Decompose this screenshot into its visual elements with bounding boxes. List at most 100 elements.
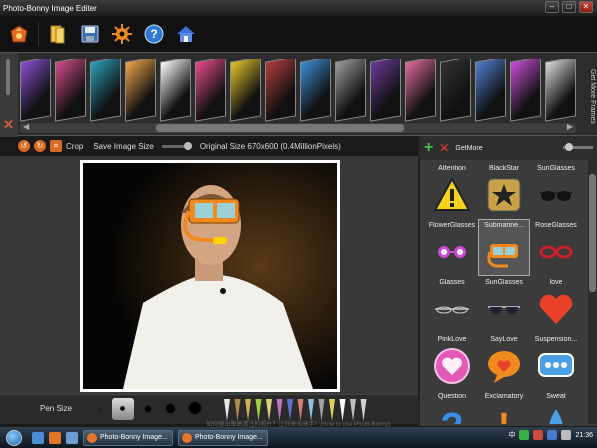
pen-color-swatch[interactable] <box>234 399 241 421</box>
remove-frame-icon[interactable]: ✕ <box>3 117 14 133</box>
tray-app-icon[interactable] <box>519 430 530 440</box>
pen-color-swatch[interactable] <box>297 399 304 421</box>
sticker-item[interactable]: BlackStar <box>478 162 530 219</box>
pen-size-1[interactable] <box>99 408 102 411</box>
get-more-frames-link[interactable]: Get More Frames <box>580 59 596 133</box>
switch-windows-icon[interactable] <box>66 431 78 444</box>
sticker-item[interactable]: PinkLove <box>426 333 478 390</box>
pen-color-swatch[interactable] <box>266 399 272 421</box>
clock[interactable]: 21:36 <box>575 432 593 439</box>
frame-thumbnail[interactable] <box>300 59 331 122</box>
frame-thumbnail[interactable] <box>335 59 366 122</box>
pen-color-swatch[interactable] <box>245 399 251 421</box>
sticker-label: Glasses <box>439 279 465 286</box>
minimize-button[interactable]: – <box>545 1 559 13</box>
save-button[interactable] <box>77 21 103 47</box>
sticker-item[interactable]: Glasses <box>426 276 478 333</box>
get-more-link[interactable]: GetMore <box>455 145 482 152</box>
pen-color-swatch[interactable] <box>329 399 335 421</box>
frame-thumbnail[interactable] <box>90 59 121 122</box>
sticker-item[interactable]: SunGlasses <box>530 162 582 219</box>
folder-button[interactable] <box>45 21 71 47</box>
sticker-item[interactable]: SayLove <box>478 333 530 390</box>
frames-scrollbar[interactable]: ◀ ▶ <box>20 122 576 133</box>
pen-color-swatch[interactable] <box>360 399 367 421</box>
sticker-item[interactable]: SunGlasses <box>478 276 530 333</box>
maximize-button[interactable]: □ <box>562 1 576 13</box>
home-button[interactable] <box>173 21 199 47</box>
frame-thumbnail[interactable] <box>230 59 261 122</box>
add-sticker-icon[interactable]: + <box>424 139 433 157</box>
image-size-knob[interactable] <box>183 141 192 150</box>
sticker-size-slider[interactable] <box>563 143 593 151</box>
taskbar-item-1[interactable]: Photo-Bonny Image... <box>83 429 173 446</box>
show-desktop-icon[interactable] <box>32 431 44 444</box>
scroll-left-icon[interactable]: ◀ <box>23 122 29 131</box>
help-button[interactable]: ? <box>141 21 167 47</box>
sticker-item[interactable]: Suspension... <box>530 333 582 390</box>
pen-size-5[interactable] <box>188 401 202 415</box>
frame-thumbnail[interactable] <box>125 59 156 122</box>
sticker-item[interactable]: FlowerGlasses <box>426 219 478 276</box>
pen-size-2-selected[interactable] <box>112 398 134 420</box>
pen-color-swatch[interactable] <box>339 399 346 421</box>
frames-scroll-thumb[interactable] <box>156 124 404 132</box>
frame-thumbnail[interactable] <box>440 59 471 122</box>
crop-icon[interactable]: ⌗ <box>50 140 62 152</box>
frame-thumbnail[interactable] <box>265 59 296 122</box>
taskbar-item-2[interactable]: Photo-Bonny Image... <box>178 429 268 446</box>
photo-image <box>83 163 337 389</box>
pen-color-swatch[interactable] <box>308 399 314 421</box>
title-bar: Photo-Bonny Image Editer – □ ✕ <box>0 0 597 16</box>
pen-color-swatch[interactable] <box>318 399 325 421</box>
settings-button[interactable] <box>109 21 135 47</box>
frames-size-slider[interactable] <box>6 59 10 95</box>
pen-color-swatch[interactable] <box>276 399 283 421</box>
pen-color-swatch[interactable] <box>255 399 262 421</box>
close-button[interactable]: ✕ <box>579 1 593 13</box>
crop-button[interactable]: Crop <box>66 142 83 151</box>
pen-color-swatch[interactable] <box>287 399 293 421</box>
frame-thumbnail[interactable] <box>370 59 401 122</box>
pen-size-4[interactable] <box>165 403 176 414</box>
sticker-item[interactable]: Sweat <box>530 390 582 424</box>
pen-size-3[interactable] <box>144 405 152 413</box>
photo-canvas[interactable] <box>80 160 340 392</box>
rotate-left-icon[interactable]: ↺ <box>18 140 30 152</box>
svg-text:?: ? <box>440 406 463 424</box>
frame-thumbnail[interactable] <box>160 59 191 122</box>
frame-thumbnail[interactable] <box>405 59 436 122</box>
delete-sticker-icon[interactable]: ✕ <box>439 141 449 155</box>
sticker-size-knob[interactable] <box>565 143 573 151</box>
stickers-scrollbar[interactable] <box>588 160 597 424</box>
sticker-item[interactable]: Exclamatory! <box>478 390 530 424</box>
tray-security-icon[interactable] <box>533 430 544 440</box>
rotate-right-icon[interactable]: ↻ <box>34 140 46 152</box>
volume-icon[interactable] <box>561 430 572 440</box>
taskbar-item-label: Photo-Bonny Image... <box>195 434 263 441</box>
start-button[interactable] <box>1 428 27 448</box>
sticker-label: Exclamatory <box>484 393 524 400</box>
save-size-label: Save Image Size <box>93 141 154 151</box>
sticker-item[interactable]: RoseGlasses <box>530 219 582 276</box>
sticker-item[interactable]: Submarine... <box>478 219 530 276</box>
scroll-right-icon[interactable]: ▶ <box>567 122 573 131</box>
firefox-icon[interactable] <box>49 431 61 444</box>
frame-thumbnail[interactable] <box>20 59 51 122</box>
frame-thumbnail[interactable] <box>475 59 506 122</box>
frame-thumbnail[interactable] <box>545 59 576 122</box>
open-button[interactable] <box>6 21 32 47</box>
pen-size-label: Pen Size <box>40 404 73 413</box>
sticker-item[interactable]: Question? <box>426 390 478 424</box>
sticker-item[interactable]: Attention <box>426 162 478 219</box>
ime-indicator[interactable]: 中 <box>508 430 515 440</box>
sticker-item[interactable]: love <box>530 276 582 333</box>
stickers-scroll-thumb[interactable] <box>589 174 596 292</box>
frame-thumbnail[interactable] <box>510 59 541 122</box>
pen-color-swatch[interactable] <box>224 399 230 421</box>
image-size-slider[interactable] <box>161 141 192 150</box>
frame-thumbnail[interactable] <box>55 59 86 122</box>
pen-color-swatch[interactable] <box>350 399 356 421</box>
frame-thumbnail[interactable] <box>195 59 226 122</box>
network-icon[interactable] <box>547 430 558 440</box>
